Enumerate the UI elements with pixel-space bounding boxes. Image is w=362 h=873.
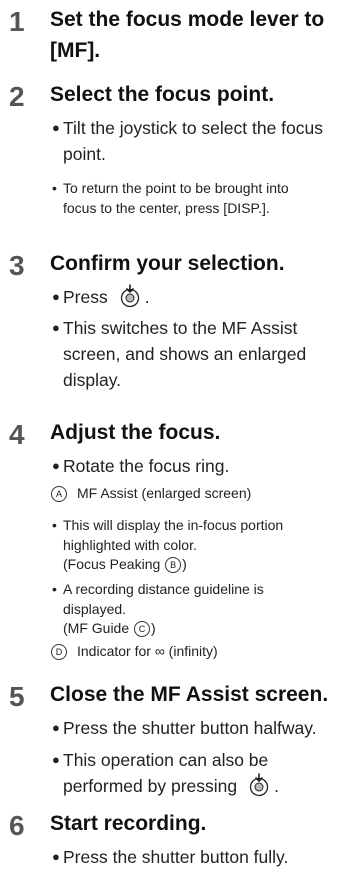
bullet-line: display.: [63, 370, 122, 390]
bullet-dot: ●: [52, 849, 60, 864]
step-title: Start recording.: [50, 812, 207, 835]
step-number: 2: [9, 81, 25, 112]
step-bullet: ● Press the shutter button halfway.: [52, 715, 317, 741]
note-dot: •: [52, 517, 57, 533]
step-number: 4: [9, 419, 25, 450]
step-bullet: ● This operation can also be performed b…: [52, 747, 279, 799]
step-number: 6: [9, 810, 25, 841]
note-text: ): [151, 620, 156, 636]
callout-a: A MF Assist (enlarged screen): [50, 483, 251, 503]
step-bullet: ● Tilt the joystick to select the focus …: [52, 115, 324, 167]
step-title: Select the focus point.: [50, 83, 275, 106]
bullet-line: This switches to the MF Assist: [63, 318, 298, 338]
step-title-line: [MF].: [50, 39, 101, 62]
bullet-text: Press: [63, 287, 108, 307]
step-number: 5: [9, 681, 25, 712]
callout-d: D Indicator for ∞ (infinity): [50, 641, 218, 661]
step-bullet: ● Rotate the focus ring.: [52, 453, 230, 479]
callout-letter: A: [51, 486, 67, 502]
note-line: A recording distance guideline is: [63, 581, 264, 597]
callout-text: Indicator for ∞ (infinity): [77, 643, 218, 659]
bullet-dot: ●: [52, 120, 60, 135]
bullet-text: performed by pressing: [63, 776, 238, 796]
bullet-dot: ●: [52, 289, 60, 304]
step-note: • This will display the in-focus portion…: [52, 516, 284, 575]
note-text: (Focus Peaking: [63, 556, 161, 572]
bullet-text-end: .: [144, 287, 150, 307]
note-dot: •: [52, 180, 57, 196]
callout-letter: B: [165, 557, 182, 573]
joystick-press-icon: [118, 284, 142, 308]
bullet-dot: ●: [52, 752, 60, 767]
step-title: Confirm your selection.: [50, 252, 285, 275]
step-number: 3: [9, 250, 25, 281]
step-bullet: ● Press the shutter button fully.: [52, 844, 289, 870]
step-bullet: ● Press.: [52, 284, 150, 310]
step-title: Close the MF Assist screen.: [50, 683, 329, 706]
bullet-text-end: .: [274, 776, 279, 796]
callout-letter: D: [51, 644, 67, 660]
note-text: (MF Guide: [63, 620, 130, 636]
bullet-line: This operation can also be: [63, 750, 269, 770]
bullet-line: performed by pressing.: [63, 773, 279, 799]
note-line: focus to the center, press [DISP.].: [63, 199, 270, 216]
bullet-text: Press the shutter button halfway.: [63, 718, 317, 738]
bullet-line: point.: [63, 144, 106, 164]
step-title: Adjust the focus.: [50, 421, 221, 444]
note-line: To return the point to be brought into: [63, 180, 289, 196]
bullet-text: Rotate the focus ring.: [63, 456, 230, 476]
callout-text: MF Assist (enlarged screen): [77, 485, 252, 501]
callout-letter: C: [134, 621, 151, 637]
bullet-line: screen, and shows an enlarged: [63, 344, 307, 364]
note-dot: •: [52, 581, 57, 597]
note-line: highlighted with color.: [63, 536, 197, 553]
note-text: ): [182, 556, 187, 572]
step-note: • A recording distance guideline is disp…: [52, 580, 264, 639]
bullet-dot: ●: [52, 320, 60, 335]
note-line: This will display the in-focus portion: [63, 517, 284, 533]
step-number: 1: [9, 6, 25, 37]
step-note: • To return the point to be brought into…: [52, 179, 289, 218]
note-line: (MF Guide C): [63, 619, 264, 639]
bullet-text: Press the shutter button fully.: [63, 847, 289, 867]
bullet-dot: ●: [52, 720, 60, 735]
step-bullet: ● This switches to the MF Assist screen,…: [52, 315, 307, 393]
step-title: Set the focus mode lever to [MF].: [50, 4, 324, 66]
bullet-line: Tilt the joystick to select the focus: [63, 118, 324, 138]
joystick-press-icon: [247, 773, 271, 797]
step-title-line: Set the focus mode lever to: [50, 8, 325, 31]
note-line: displayed.: [63, 600, 127, 617]
bullet-dot: ●: [52, 458, 60, 473]
note-line: (Focus Peaking B): [63, 555, 283, 575]
